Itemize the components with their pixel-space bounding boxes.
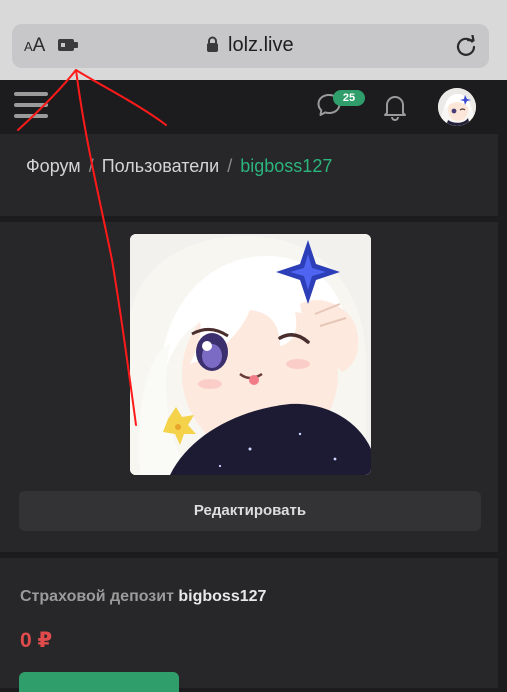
breadcrumb-users-link[interactable]: Пользователи <box>102 156 219 176</box>
site-header: 25 <box>0 80 507 132</box>
deposit-action-button[interactable] <box>19 672 179 692</box>
reload-icon[interactable] <box>455 35 477 57</box>
profile-avatar[interactable] <box>130 234 371 475</box>
menu-icon[interactable] <box>14 90 48 120</box>
edit-profile-button[interactable]: Редактировать <box>19 491 481 531</box>
breadcrumb-forum-link[interactable]: Форум <box>26 156 81 176</box>
deposit-username: bigboss127 <box>178 588 267 605</box>
breadcrumb-separator: / <box>227 156 233 176</box>
user-avatar[interactable] <box>438 88 476 126</box>
address-bar[interactable]: AA lolz.live <box>12 24 489 68</box>
browser-toolbar: AA lolz.live <box>0 0 507 81</box>
breadcrumb-separator: / <box>88 156 94 176</box>
messages-count-badge: 25 <box>333 90 365 106</box>
deposit-title: Страховой депозит bigboss127 <box>20 588 266 606</box>
deposit-title-text: Страховой депозит <box>20 588 174 605</box>
breadcrumb-current-user[interactable]: bigboss127 <box>240 156 332 176</box>
notifications-bell-icon[interactable] <box>382 93 408 121</box>
breadcrumb-panel: Форум / Пользователи / bigboss127 <box>0 134 498 216</box>
deposit-panel: Страховой депозит bigboss127 0 ₽ <box>0 558 498 692</box>
profile-panel: Редактировать <box>0 222 498 552</box>
url-text: lolz.live <box>228 34 294 56</box>
deposit-amount: 0 ₽ <box>20 629 53 652</box>
page-content: Форум / Пользователи / bigboss127 Редакт… <box>0 132 507 692</box>
text-size-button[interactable]: AA <box>24 36 45 57</box>
breadcrumb: Форум / Пользователи / bigboss127 <box>26 156 332 177</box>
extension-icon[interactable] <box>58 38 78 52</box>
lock-icon <box>207 36 218 52</box>
